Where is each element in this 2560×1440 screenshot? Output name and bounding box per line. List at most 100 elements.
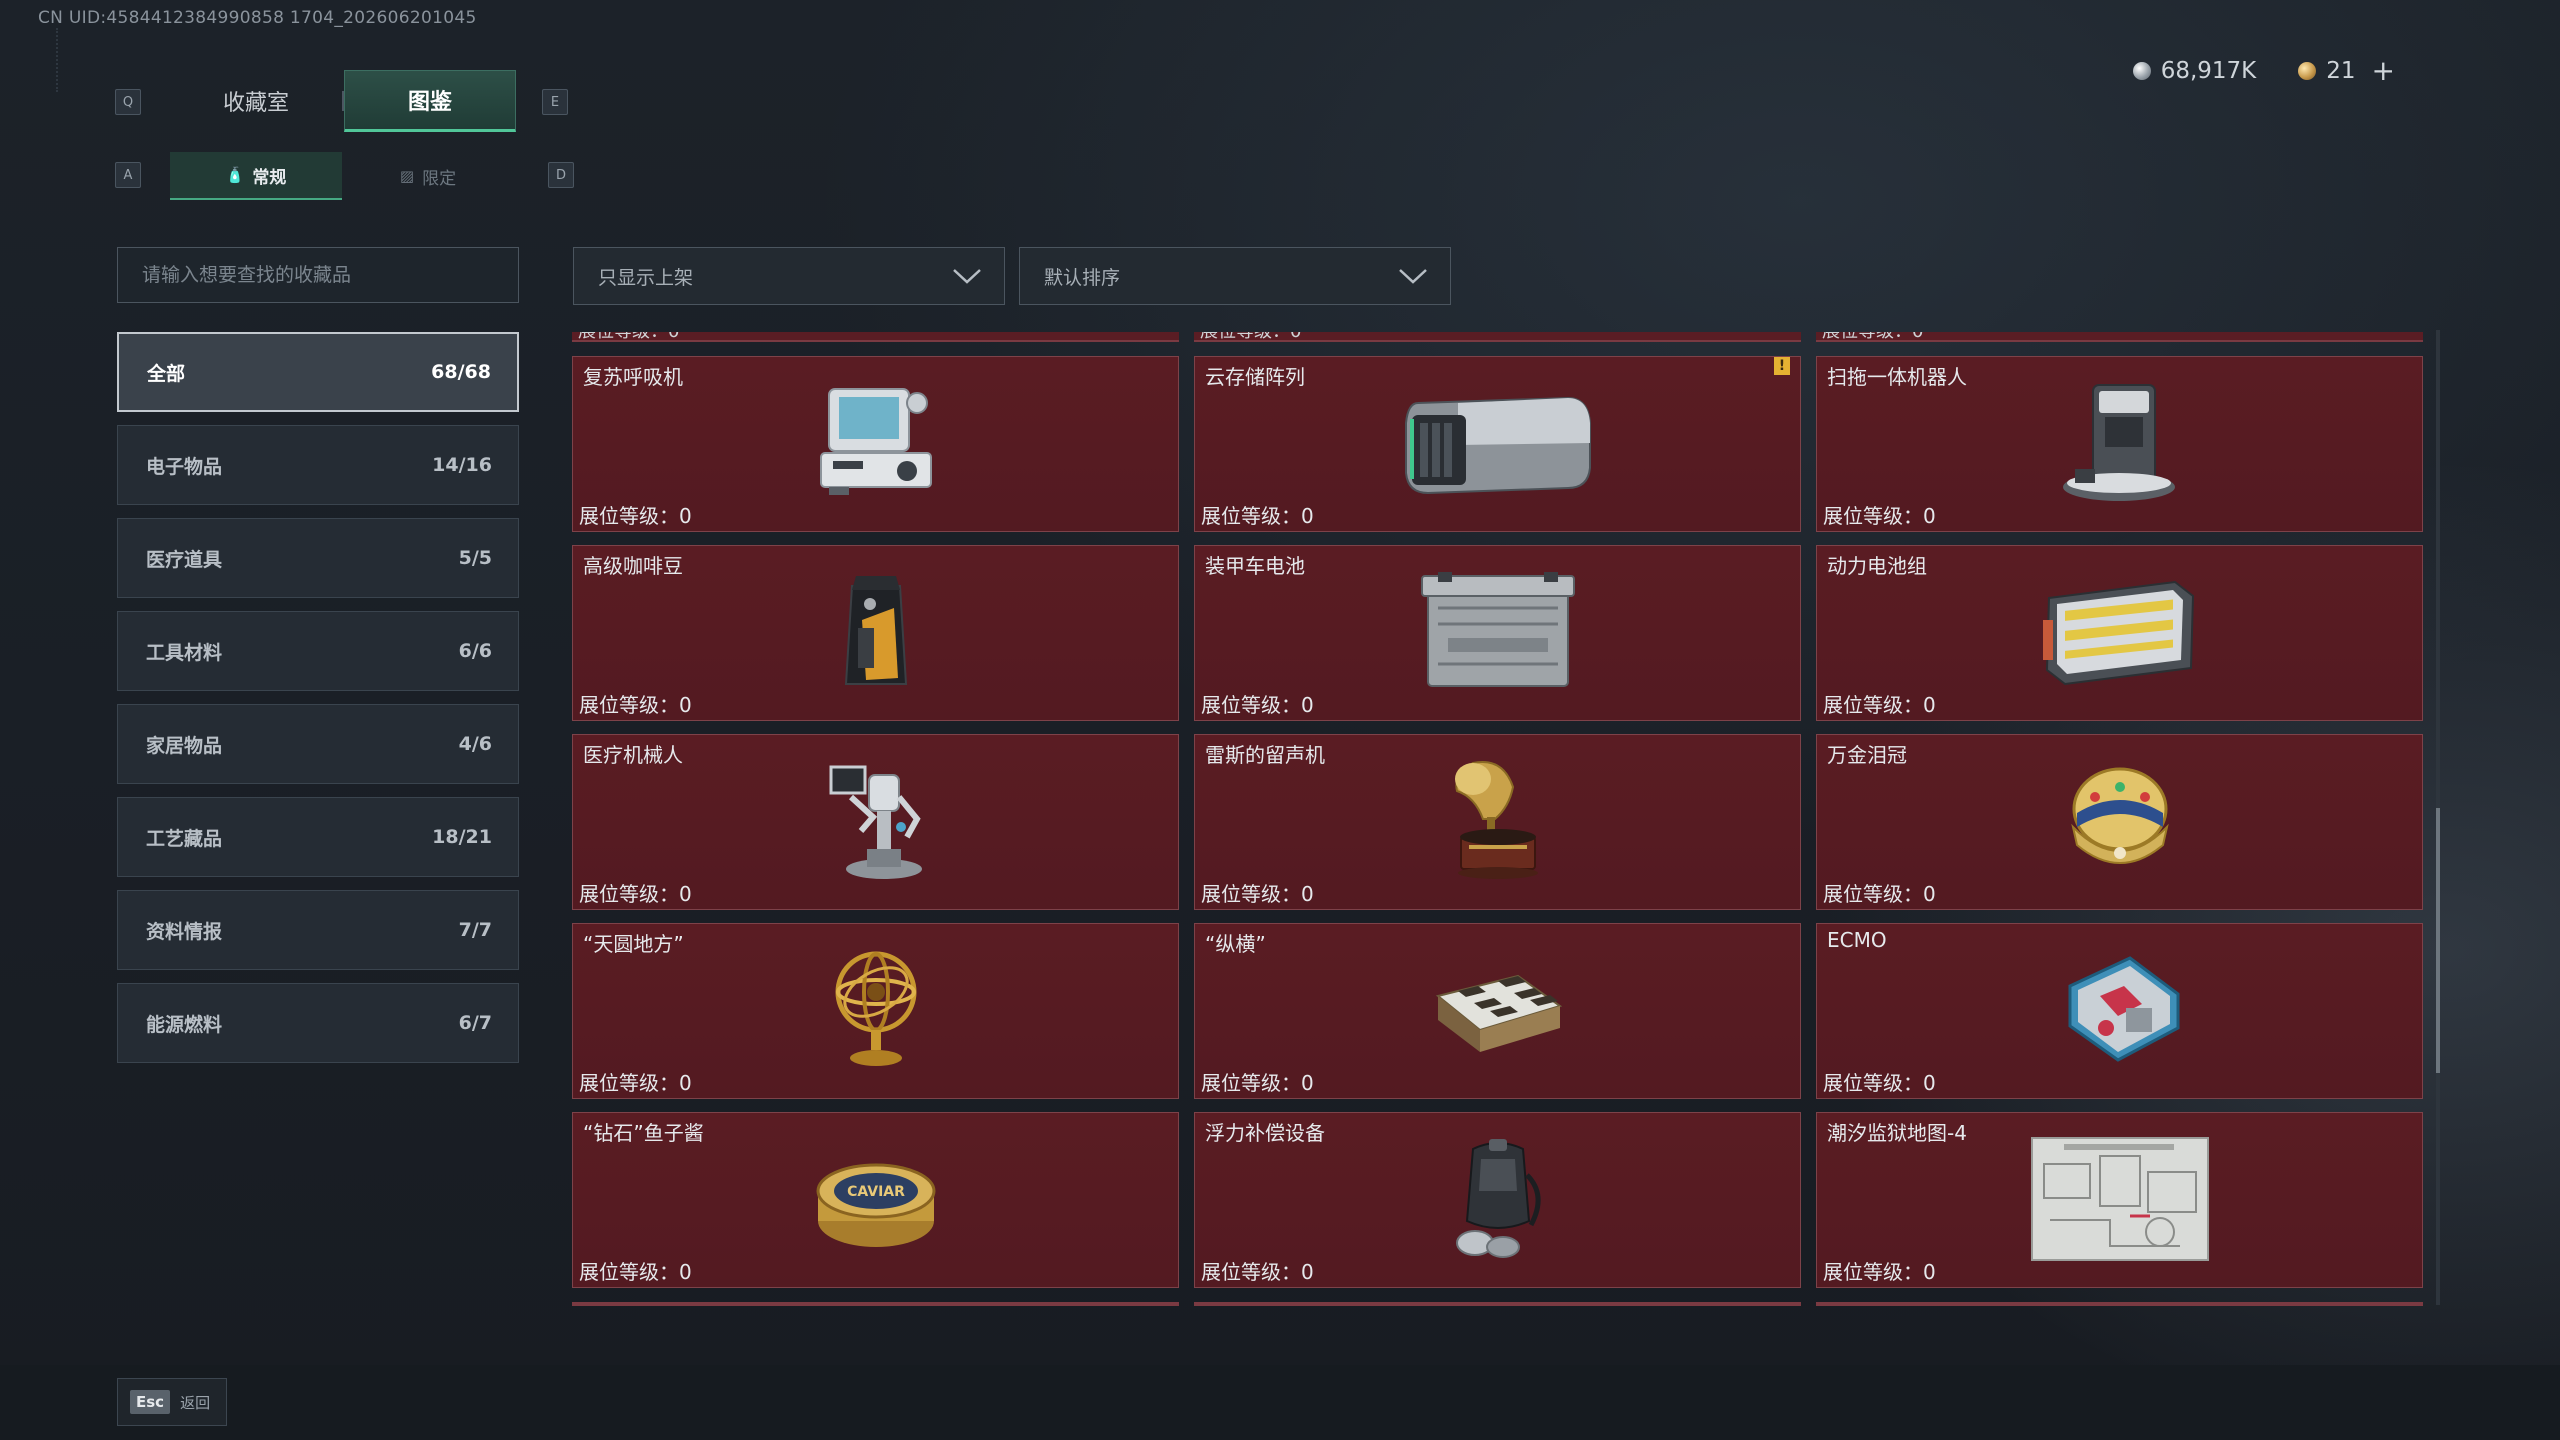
subtab-next-key[interactable]: D [548,162,574,188]
category-crafts[interactable]: 工艺藏品 18/21 [117,797,519,877]
category-label: 能源燃料 [146,1013,223,1036]
battery-pack-icon [2035,568,2205,696]
item-card[interactable]: “天圆地方” 展位等级：0 [572,923,1179,1099]
item-name: ECMO [1827,928,1887,952]
partial-card[interactable]: 展位等级：0 [1194,332,1801,342]
display-level: 展位等级：0 [1201,882,1314,906]
item-name: 高级咖啡豆 [583,554,683,578]
dropdown-value: 默认排序 [1044,266,1121,289]
item-card[interactable]: “纵横” 展位等级：0 [1194,923,1801,1099]
display-level: 展位等级：0 [1823,693,1936,717]
category-label: 工艺藏品 [146,827,223,850]
search-input[interactable] [140,263,518,287]
gold-amount: 21 [2326,57,2356,84]
partial-row-top: 展位等级：0 展位等级：0 展位等级：0 [572,332,2424,342]
uid-text: CN UID:4584412384990858 1704_20260620104… [38,8,477,28]
item-card[interactable]: 高级咖啡豆 展位等级：0 [572,545,1179,721]
item-card[interactable]: “钻石”鱼子酱 CAVIAR 展位等级：0 [572,1112,1179,1288]
map-icon [2025,1135,2215,1263]
item-card[interactable]: 复苏呼吸机 展位等级：0 [572,356,1179,532]
category-intel[interactable]: 资料情报 7/7 [117,890,519,970]
item-name: 医疗机械人 [583,743,683,767]
robot-vacuum-icon [2045,379,2195,507]
footer-bar [0,1365,2560,1440]
ecmo-machine-icon [2045,946,2195,1074]
item-grid-viewport[interactable]: 展位等级：0 展位等级：0 展位等级：0 复苏呼吸机 展位等级：0 云存储 [572,332,2424,1306]
chessboard-icon [1423,946,1573,1074]
tab-next-key[interactable]: E [542,89,568,115]
item-card[interactable]: 万金泪冠 展位等级：0 [1816,734,2423,910]
category-label: 电子物品 [146,455,223,478]
item-name: 潮汐监狱地图-4 [1827,1121,1967,1145]
item-name: 浮力补偿设备 [1205,1121,1325,1145]
tab-prev-key[interactable]: Q [115,89,141,115]
partial-card-edge[interactable] [572,1302,1179,1306]
silver-amount: 68,917K [2160,57,2257,84]
tab-label: 图鉴 [407,90,452,115]
category-label: 全部 [147,362,186,385]
item-card[interactable]: 医疗机械人 展位等级：0 [572,734,1179,910]
tab-label: 收藏室 [222,91,289,116]
add-currency-button[interactable]: + [2372,54,2395,87]
ventilator-icon [801,379,951,507]
category-count: 6/6 [458,640,492,662]
partial-card-edge[interactable] [1194,1302,1801,1306]
subtab-limited[interactable]: ▨ 限定 [342,152,514,200]
partial-card-edge[interactable] [1816,1302,2423,1306]
sort-dropdown[interactable]: 默认排序 [1019,247,1451,305]
partial-card[interactable]: 展位等级：0 [572,332,1179,342]
item-card[interactable]: 动力电池组 展位等级：0 [1816,545,2423,721]
tab-collection-room[interactable]: 收藏室 [170,70,342,132]
display-level: 展位等级：0 [579,504,692,528]
display-level: 展位等级：0 [1201,1071,1314,1095]
corner-decoration [56,28,70,92]
partial-card[interactable]: 展位等级：0 [1816,332,2423,342]
category-count: 68/68 [431,361,491,383]
category-tools[interactable]: 工具材料 6/6 [117,611,519,691]
item-name: “天圆地方” [583,932,684,956]
subtab-label: 限定 [422,168,457,189]
category-list: 全部 68/68 电子物品 14/16 医疗道具 5/5 工具材料 6/6 家居… [117,332,519,1076]
item-card[interactable]: 装甲车电池 展位等级：0 [1194,545,1801,721]
category-electronics[interactable]: 电子物品 14/16 [117,425,519,505]
item-card[interactable]: 云存储阵列 ! 展位等级：0 [1194,356,1801,532]
category-count: 7/7 [458,919,492,941]
category-label: 工具材料 [146,641,223,664]
main-tabs: 收藏室 图鉴 [170,70,516,132]
bottle-icon: 🧴 [225,166,245,184]
item-name: 雷斯的留声机 [1205,743,1325,767]
item-name: 装甲车电池 [1205,554,1305,578]
image-icon: ▨ [399,167,415,185]
scrollbar-thumb[interactable] [2436,808,2440,1073]
subtab-prev-key[interactable]: A [115,162,141,188]
back-button[interactable]: Esc 返回 [117,1378,227,1426]
item-name: 云存储阵列 [1205,365,1305,389]
item-grid: 复苏呼吸机 展位等级：0 云存储阵列 ! 展位等级：0 扫拖一体机器人 展位等级… [572,356,2423,1288]
item-card[interactable]: 潮汐监狱地图-4 展位等级：0 [1816,1112,2423,1288]
display-level: 展位等级：0 [1201,693,1314,717]
item-card[interactable]: 扫拖一体机器人 展位等级：0 [1816,356,2423,532]
category-energy[interactable]: 能源燃料 6/7 [117,983,519,1063]
category-count: 14/16 [432,454,492,476]
item-card[interactable]: 雷斯的留声机 展位等级：0 [1194,734,1801,910]
vehicle-battery-icon [1403,568,1593,696]
shelf-filter-dropdown[interactable]: 只显示上架 [573,247,1005,305]
item-name: “钻石”鱼子酱 [583,1121,704,1145]
category-all[interactable]: 全部 68/68 [117,332,519,412]
category-household[interactable]: 家居物品 4/6 [117,704,519,784]
storage-array-icon [1398,379,1598,507]
tab-codex[interactable]: 图鉴 [344,70,516,132]
back-label: 返回 [180,1393,211,1412]
display-level: 展位等级：0 [579,882,692,906]
subtab-regular[interactable]: 🧴 常规 [170,152,342,200]
display-level: 展位等级：0 [579,1260,692,1284]
display-level: 展位等级：0 [1823,1071,1936,1095]
search-box [117,247,519,303]
gramophone-icon [1423,757,1573,885]
esc-key-icon: Esc [130,1390,171,1414]
category-count: 5/5 [458,547,492,569]
category-medical[interactable]: 医疗道具 5/5 [117,518,519,598]
item-card[interactable]: 浮力补偿设备 展位等级：0 [1194,1112,1801,1288]
item-card[interactable]: ECMO 展位等级：0 [1816,923,2423,1099]
category-count: 6/7 [458,1012,492,1034]
